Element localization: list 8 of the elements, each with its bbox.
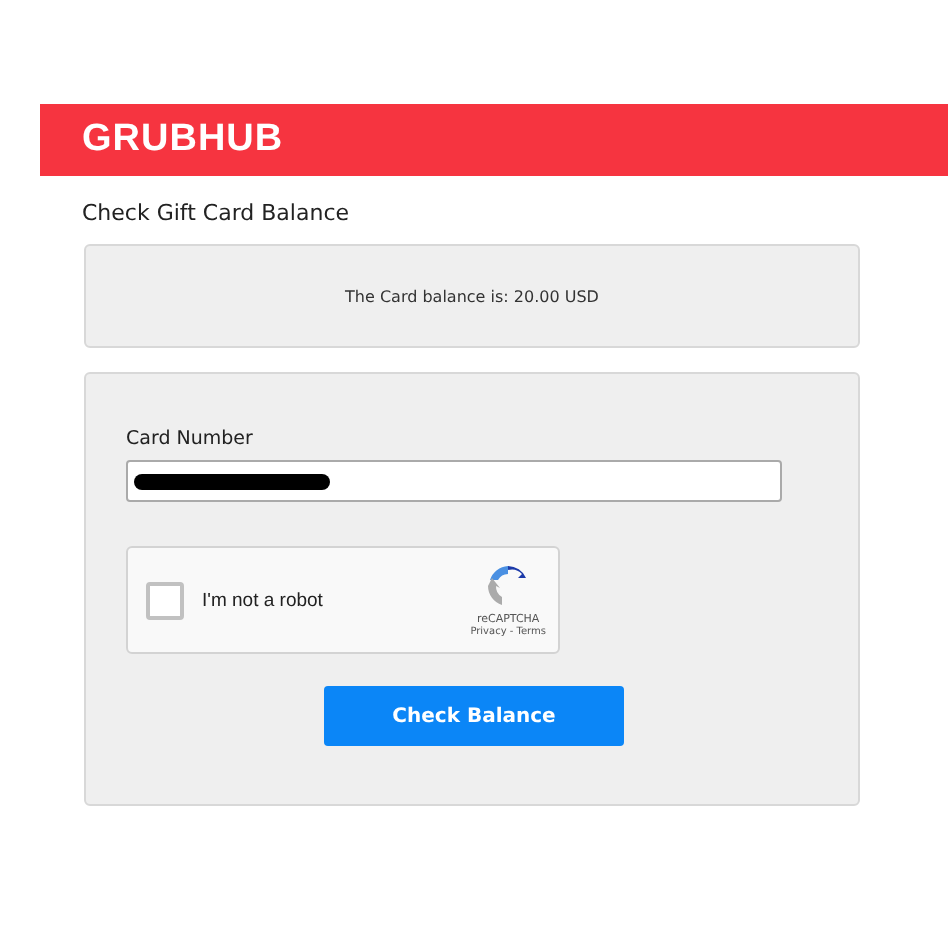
captcha-checkbox[interactable] <box>146 581 184 619</box>
balance-message: The Card balance is: 20.00 USD <box>345 287 599 305</box>
captcha-label: I'm not a robot <box>202 589 323 611</box>
check-balance-button[interactable]: Check Balance <box>324 686 624 746</box>
page-title: Check Gift Card Balance <box>82 200 352 226</box>
card-number-field[interactable] <box>126 460 782 502</box>
field-label: Card Number <box>126 428 253 450</box>
logo[interactable]: GRUBHUB <box>82 118 284 162</box>
